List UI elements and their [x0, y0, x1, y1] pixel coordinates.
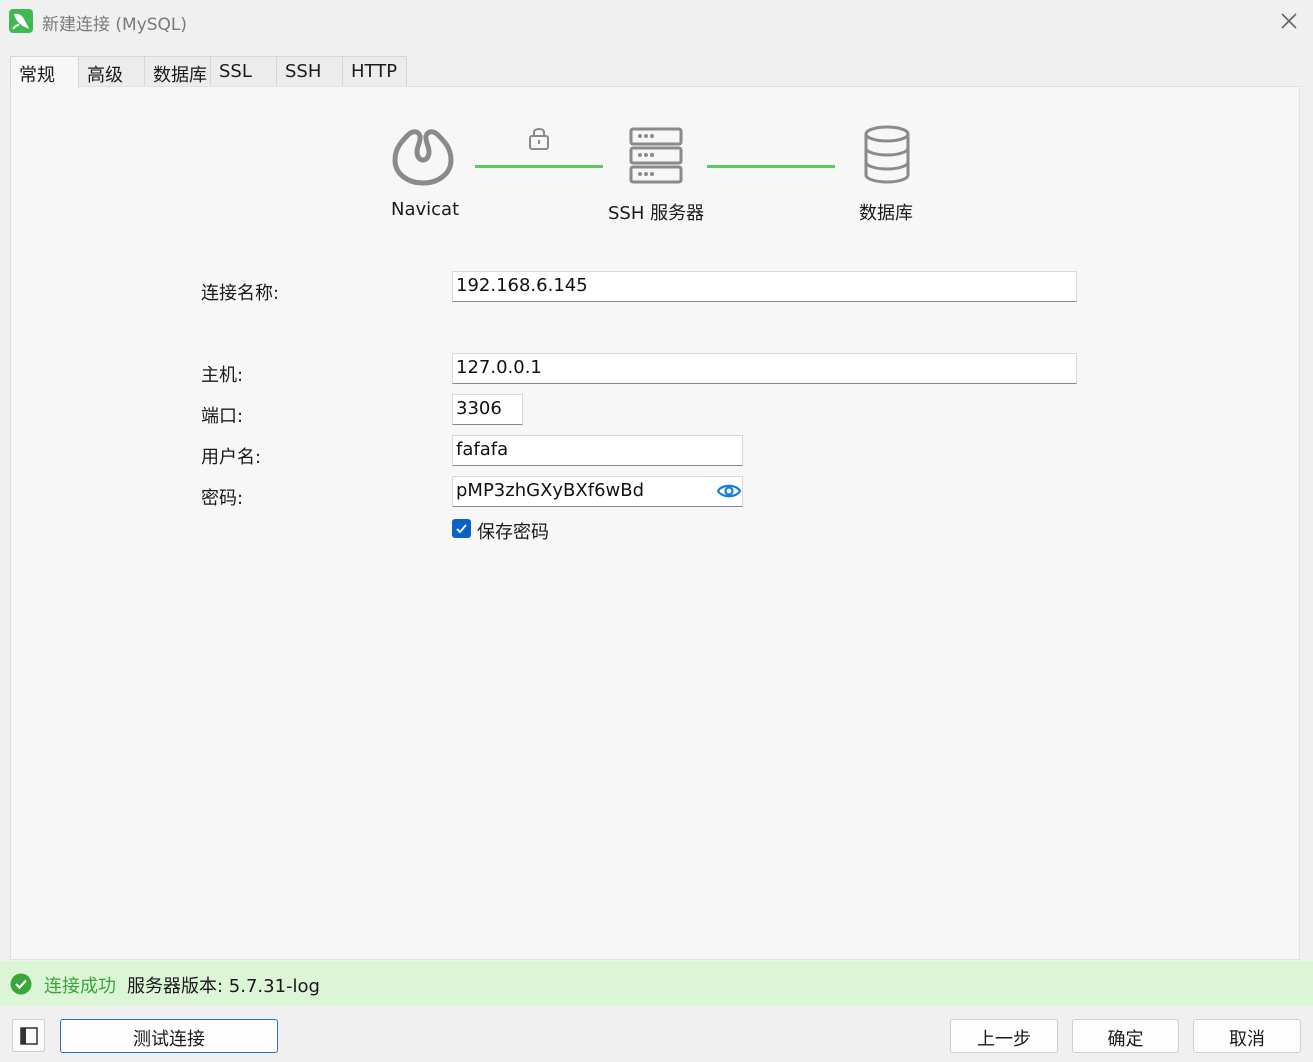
database-label: 数据库: [859, 203, 913, 224]
previous-button[interactable]: 上一步: [950, 1019, 1058, 1053]
window-title: 新建连接 (MySQL): [42, 15, 188, 35]
ssh-server-node: [628, 126, 684, 190]
test-connection-button[interactable]: 测试连接: [60, 1019, 278, 1053]
success-check-icon: [10, 973, 32, 995]
close-button[interactable]: [1274, 6, 1304, 36]
sidebar-toggle-button[interactable]: [12, 1019, 45, 1052]
password-label: 密码:: [201, 488, 244, 509]
navicat-node: [390, 124, 456, 192]
save-password-checkbox[interactable]: [452, 519, 471, 538]
tab-ssh[interactable]: SSH: [276, 56, 343, 87]
navicat-label: Navicat: [391, 199, 460, 220]
tab-general[interactable]: 常规: [10, 56, 79, 88]
password-input[interactable]: pMP3zhGXyBXf6wBd: [452, 476, 743, 507]
host-label: 主机:: [201, 365, 244, 386]
connection-name-label: 连接名称:: [201, 283, 280, 304]
connection-success-text: 连接成功: [44, 976, 116, 997]
connector-line: [707, 165, 835, 168]
navicat-app-icon: [9, 9, 33, 33]
tab-bar: 常规 高级 数据库 SSL SSH HTTP: [10, 56, 410, 88]
server-icon: [629, 127, 683, 184]
status-bar: 连接成功 服务器版本: 5.7.31-log: [0, 961, 1313, 1006]
username-input[interactable]: fafafa: [452, 435, 743, 466]
navicat-logo-icon: [392, 129, 454, 186]
sidebar-panel-icon: [20, 1027, 38, 1045]
connector-line: [475, 165, 603, 168]
server-version-text: 服务器版本: 5.7.31-log: [127, 976, 320, 997]
lock-icon: [527, 125, 551, 155]
database-icon: [864, 125, 910, 184]
save-password-label[interactable]: 保存密码: [477, 518, 549, 544]
ssh-server-label: SSH 服务器: [608, 203, 705, 224]
database-node: [862, 124, 912, 190]
username-label: 用户名:: [201, 447, 262, 468]
tab-database[interactable]: 数据库: [144, 56, 211, 87]
host-input[interactable]: 127.0.0.1: [452, 353, 1077, 384]
ok-button[interactable]: 确定: [1072, 1019, 1179, 1053]
close-icon: [1281, 13, 1297, 29]
port-input[interactable]: 3306: [452, 394, 523, 425]
tab-advanced[interactable]: 高级: [78, 56, 145, 87]
cancel-button[interactable]: 取消: [1193, 1019, 1301, 1053]
connection-name-input[interactable]: 192.168.6.145: [452, 271, 1077, 302]
tab-ssl[interactable]: SSL: [210, 56, 277, 87]
tab-http[interactable]: HTTP: [342, 56, 407, 87]
show-password-eye-icon[interactable]: [716, 480, 742, 502]
title-bar: 新建连接 (MySQL): [0, 0, 1313, 42]
port-label: 端口:: [201, 406, 244, 427]
checkmark-icon: [456, 524, 467, 534]
